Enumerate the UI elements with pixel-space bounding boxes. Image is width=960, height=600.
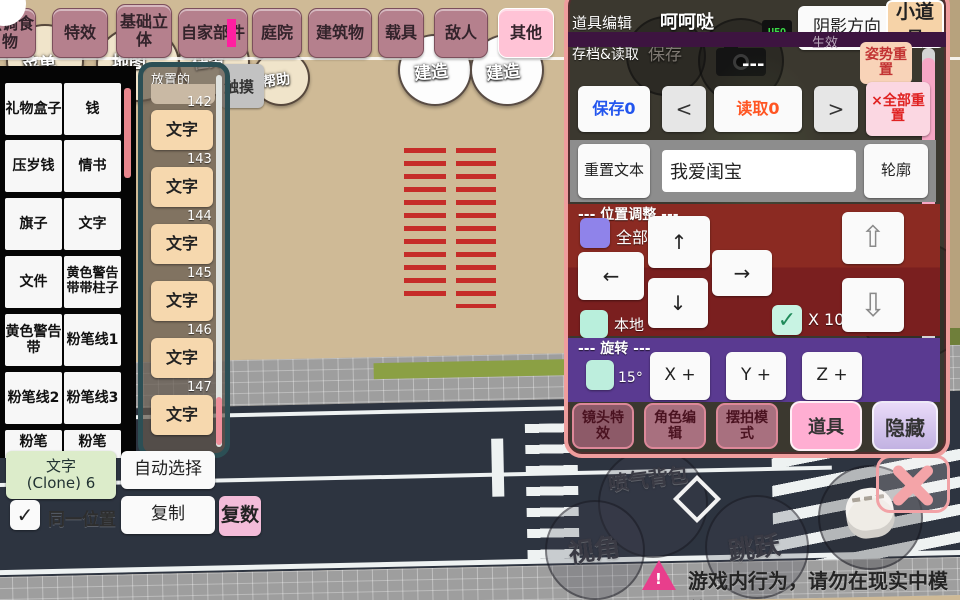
clone-label-line1: 文字: [45, 456, 76, 475]
prop-text-input[interactable]: [662, 150, 856, 192]
placed-scrollbar-thumb[interactable]: [216, 397, 222, 445]
placed-item-143[interactable]: 文字: [151, 167, 213, 207]
placed-item-number: 142: [187, 95, 212, 110]
x10-checkbox[interactable]: ✓: [772, 305, 802, 335]
panel-title: 道具编辑: [572, 14, 633, 32]
item-money[interactable]: 钱: [64, 83, 121, 135]
item-chalk-line-3[interactable]: 粉笔线3: [64, 372, 121, 424]
placed-item-147[interactable]: 文字: [151, 395, 213, 435]
rotate-z-button[interactable]: Z +: [802, 352, 862, 400]
rotate-y-button[interactable]: Y +: [726, 352, 786, 400]
reset-all-button[interactable]: ×全部重置: [866, 82, 930, 136]
raise-button[interactable]: ⇧: [842, 212, 904, 264]
x10-label: X 10: [808, 310, 845, 329]
same-position-label: 同一位置: [48, 510, 116, 530]
placed-scrollbar-track[interactable]: [216, 75, 222, 447]
pose-mode-button[interactable]: 摆拍模式: [716, 403, 778, 449]
placed-item-144[interactable]: 文字: [151, 224, 213, 264]
placed-items-panel: 放置的 142 文字 143 文字 144 文字 145 文字 146 文字 1…: [138, 62, 230, 458]
tab-effects[interactable]: 特效: [52, 8, 108, 58]
magenta-marker: [227, 19, 236, 47]
item-chalk-line-2[interactable]: 粉笔线2: [5, 372, 62, 424]
item-love-letter[interactable]: 情书: [64, 140, 121, 192]
placed-item-146[interactable]: 文字: [151, 338, 213, 378]
warning-text: 游戏内行为，请勿在现实中模仿: [688, 569, 948, 600]
placed-item-number: 143: [187, 152, 212, 167]
help-label: 帮助: [261, 71, 292, 91]
effect-label: 生效: [812, 36, 839, 51]
move-right-button[interactable]: →: [712, 250, 772, 296]
tab-basic-solid[interactable]: 基础立体: [116, 4, 172, 58]
same-position-checkbox[interactable]: ✓: [10, 500, 40, 530]
props-button-selected[interactable]: 道具: [790, 401, 862, 451]
outline-button[interactable]: 轮廓: [864, 144, 928, 198]
build-label: 建造: [413, 61, 450, 85]
prop-edit-panel: 保存 UFO 道具编辑 呵呵哒 阴影方向 0 小道具 生效 姿势重置 存档&读取…: [564, 0, 950, 458]
tab-garden[interactable]: 庭院: [252, 8, 302, 58]
separator-dashes: ---: [742, 54, 765, 75]
tab-buildings[interactable]: 建筑物: [308, 8, 372, 58]
item-warning-tape-post[interactable]: 黄色警告带带柱子: [64, 256, 121, 308]
placed-item-145[interactable]: 文字: [151, 281, 213, 321]
move-down-button[interactable]: ↓: [648, 278, 708, 328]
local-checkbox[interactable]: [580, 310, 608, 338]
move-up-button[interactable]: ↑: [648, 216, 710, 268]
item-warning-tape[interactable]: 黄色警告带: [5, 314, 62, 366]
stop-bar: [491, 438, 505, 497]
move-left-button[interactable]: ←: [578, 252, 644, 300]
load-slot-button[interactable]: 读取0: [714, 86, 802, 132]
tab-others-selected[interactable]: 其他: [498, 8, 554, 58]
item-file[interactable]: 文件: [5, 256, 62, 308]
clone-label-line2: (Clone) 6: [26, 474, 96, 492]
selected-clone-button[interactable]: 文字 (Clone) 6: [6, 451, 116, 499]
rotate-x-button[interactable]: X +: [650, 352, 710, 400]
grid-scrollbar-thumb[interactable]: [124, 88, 131, 178]
game-screen: 菜单 地图 任务 帮助 建造 建造 触摸 烹调食物 特效 基础立体 自家部件 庭…: [0, 0, 960, 600]
wall-text-column: [456, 148, 496, 308]
angle-checkbox[interactable]: [586, 360, 614, 390]
close-button[interactable]: [876, 455, 950, 513]
next-slot-button[interactable]: >: [814, 86, 858, 132]
item-gift-box[interactable]: 礼物盒子: [5, 83, 62, 135]
copy-button[interactable]: 复制: [121, 496, 215, 534]
item-lucky-money[interactable]: 压岁钱: [5, 140, 62, 192]
placed-item-142[interactable]: 文字: [151, 110, 213, 150]
pose-reset-button[interactable]: 姿势重置: [860, 42, 912, 84]
save-slot-button[interactable]: 保存0: [578, 86, 650, 132]
item-flag[interactable]: 旗子: [5, 198, 62, 250]
build-label: 建造: [485, 61, 522, 85]
item-chalk-line-1[interactable]: 粉笔线1: [64, 314, 121, 366]
reset-text-button[interactable]: 重置文本: [578, 144, 650, 198]
multiple-button[interactable]: 复数: [219, 496, 261, 536]
jump-label: 跳跃: [726, 530, 783, 568]
character-edit-button[interactable]: 角色编辑: [644, 403, 706, 449]
placed-item-number: 144: [187, 209, 212, 224]
lower-button[interactable]: ⇩: [842, 278, 904, 332]
local-label: 本地: [614, 316, 645, 334]
tab-enemies[interactable]: 敌人: [434, 8, 488, 58]
placed-item-number: 146: [187, 323, 212, 338]
angle-label: 15°: [618, 370, 643, 386]
tab-vehicles[interactable]: 载具: [378, 8, 424, 58]
placed-item-number: 145: [187, 266, 212, 281]
auto-select-button[interactable]: 自动选择: [121, 451, 215, 489]
view-label: 视角: [566, 532, 623, 570]
prop-name: 呵呵哒: [660, 12, 714, 33]
tab-home-parts[interactable]: 自家部件: [178, 8, 248, 58]
save-load-label: 存档&读取: [572, 47, 639, 63]
item-text[interactable]: 文字: [64, 198, 121, 250]
all-label: 全部: [616, 228, 649, 247]
hide-button[interactable]: 隐藏: [872, 401, 938, 451]
item-grid-panel: 礼物盒子 钱 压岁钱 情书 旗子 文字 文件 黄色警告带带柱子 黄色警告带 粉笔…: [0, 66, 136, 458]
warning-exclamation: !: [655, 570, 662, 588]
placed-item-number: 147: [187, 380, 212, 395]
wall-text-column: [404, 148, 446, 300]
prev-slot-button[interactable]: <: [662, 86, 706, 132]
all-checkbox[interactable]: [580, 218, 610, 248]
camera-effects-button[interactable]: 镜头特效: [572, 403, 634, 449]
rotation-header: --- 旋转 ---: [578, 341, 651, 357]
